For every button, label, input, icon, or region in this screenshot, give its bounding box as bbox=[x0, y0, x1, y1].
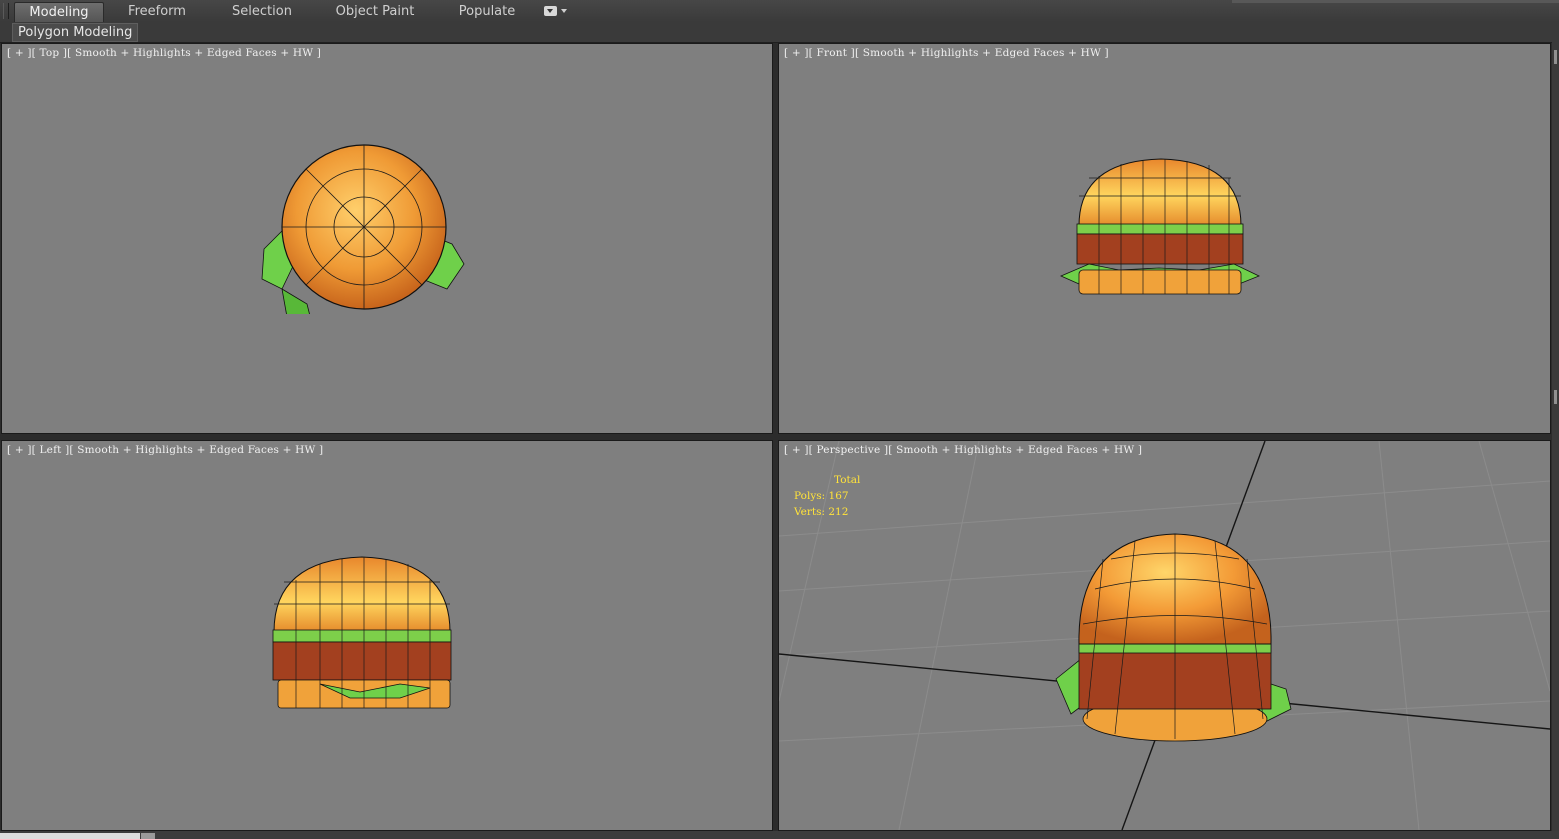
stats-polys-value: 167 bbox=[828, 490, 849, 502]
tab-modeling[interactable]: Modeling bbox=[14, 2, 104, 22]
ribbon-panel-bar: Polygon Modeling bbox=[0, 22, 1559, 43]
stats-polys-label: Polys: bbox=[794, 490, 826, 502]
viewport-perspective[interactable]: [ + ][ Perspective ][ Smooth + Highlight… bbox=[778, 440, 1551, 831]
viewport-front[interactable]: [ + ][ Front ][ Smooth + Highlights + Ed… bbox=[778, 43, 1551, 434]
viewport-top[interactable]: [ + ][ Top ][ Smooth + Highlights + Edge… bbox=[1, 43, 773, 434]
tab-populate[interactable]: Populate bbox=[444, 2, 530, 21]
ribbon-divider bbox=[1232, 0, 1559, 3]
viewport-front-label[interactable]: [ + ][ Front ][ Smooth + Highlights + Ed… bbox=[784, 47, 1109, 59]
panel-resize-handle-lower[interactable] bbox=[1554, 390, 1557, 404]
command-panel-edge[interactable] bbox=[1552, 42, 1559, 839]
ribbon-grip[interactable] bbox=[3, 3, 9, 19]
time-slider-next-button[interactable] bbox=[141, 833, 155, 839]
burger-model-left[interactable] bbox=[270, 554, 455, 714]
viewport-left[interactable]: [ + ][ Left ][ Smooth + Highlights + Edg… bbox=[1, 440, 773, 831]
tab-freeform[interactable]: Freeform bbox=[114, 2, 200, 21]
polygon-modeling-panel-toggle[interactable]: Polygon Modeling bbox=[12, 23, 139, 42]
stats-verts-value: 212 bbox=[828, 506, 849, 518]
time-slider-bar bbox=[0, 831, 1559, 839]
tab-object-paint[interactable]: Object Paint bbox=[326, 2, 424, 21]
tab-selection[interactable]: Selection bbox=[218, 2, 306, 21]
burger-model-front[interactable] bbox=[1059, 156, 1264, 301]
viewport-perspective-label[interactable]: [ + ][ Perspective ][ Smooth + Highlight… bbox=[784, 444, 1142, 456]
stats-polys-row: Polys: 167 bbox=[794, 488, 860, 504]
panel-resize-handle[interactable] bbox=[1554, 50, 1557, 64]
chevron-down-icon bbox=[561, 9, 567, 13]
stats-verts-row: Verts: 212 bbox=[794, 504, 860, 520]
stats-verts-label: Verts: bbox=[794, 506, 825, 518]
burger-model-top[interactable] bbox=[252, 139, 472, 314]
stats-header: Total bbox=[834, 474, 861, 486]
ribbon-options-icon bbox=[544, 6, 557, 16]
viewport-top-label[interactable]: [ + ][ Top ][ Smooth + Highlights + Edge… bbox=[7, 47, 321, 59]
burger-model-perspective[interactable] bbox=[1051, 529, 1296, 744]
ribbon-options-dropdown[interactable] bbox=[544, 6, 568, 18]
viewport-left-label[interactable]: [ + ][ Left ][ Smooth + Highlights + Edg… bbox=[7, 444, 323, 456]
ribbon-tab-bar: Modeling Freeform Selection Object Paint… bbox=[0, 0, 1559, 23]
statistics-overlay: Total Polys: 167 Verts: 212 bbox=[794, 472, 860, 520]
time-slider[interactable] bbox=[0, 833, 140, 839]
